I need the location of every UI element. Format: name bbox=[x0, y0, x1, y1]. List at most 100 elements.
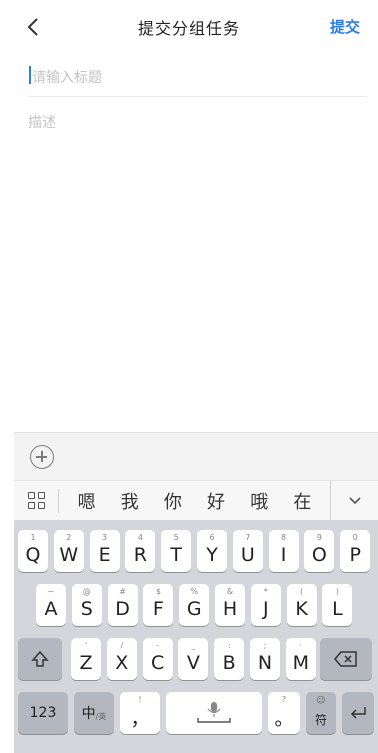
key-y[interactable]: 6Y bbox=[197, 530, 227, 572]
key-d[interactable]: # D bbox=[107, 584, 138, 626]
candidate-word[interactable]: 嗯 bbox=[73, 488, 101, 514]
key-label: N bbox=[257, 652, 273, 674]
key-label: 中 bbox=[81, 706, 96, 722]
key-i[interactable]: 8I bbox=[268, 530, 299, 572]
key-b[interactable]: :B bbox=[214, 638, 245, 680]
comma-key[interactable]: !， bbox=[120, 692, 160, 734]
key-hint: 6 bbox=[209, 533, 215, 542]
key-l[interactable]: ) L bbox=[322, 584, 353, 626]
key-hint: 9 bbox=[316, 533, 322, 542]
number-mode-key[interactable]: 123 bbox=[18, 692, 68, 734]
key-x[interactable]: / X bbox=[106, 638, 137, 680]
key-hint: $ bbox=[155, 587, 161, 596]
key-a[interactable]: ~ A bbox=[36, 584, 66, 626]
key-label: V bbox=[186, 652, 200, 674]
candidate-word[interactable]: 在 bbox=[288, 488, 316, 514]
key-hint: & bbox=[226, 587, 234, 596]
shift-key[interactable] bbox=[18, 638, 62, 680]
enter-key[interactable] bbox=[342, 692, 374, 734]
period-key[interactable]: ?。 bbox=[268, 692, 300, 734]
key-hint: 3 bbox=[102, 533, 108, 542]
key-label: 。 bbox=[274, 707, 294, 730]
key-hint: 2 bbox=[66, 533, 72, 542]
key-k[interactable]: (K bbox=[286, 584, 317, 626]
key-hint: ; bbox=[263, 641, 267, 650]
key-label: P bbox=[349, 544, 361, 566]
key-hint: 7 bbox=[245, 533, 251, 542]
key-g[interactable]: % G bbox=[179, 584, 210, 626]
key-hint: 1 bbox=[30, 533, 36, 542]
ime-candidate-bar: 嗯 我 你 好 哦 在 bbox=[14, 480, 378, 521]
key-label: U bbox=[240, 544, 255, 566]
key-p[interactable]: 0P bbox=[340, 530, 371, 572]
description-input[interactable] bbox=[28, 112, 366, 412]
key-f[interactable]: $ F bbox=[143, 584, 174, 626]
key-o[interactable]: 9O bbox=[304, 530, 335, 572]
backspace-key[interactable] bbox=[320, 638, 372, 680]
return-icon bbox=[350, 707, 366, 719]
key-v[interactable]: _ V bbox=[178, 638, 209, 680]
symbol-key[interactable]: ☺ 符 bbox=[306, 692, 336, 734]
title-divider bbox=[28, 96, 366, 97]
submit-button[interactable]: 提交 bbox=[330, 16, 360, 37]
key-u[interactable]: 7U bbox=[232, 530, 263, 572]
key-m[interactable]: · M bbox=[285, 638, 316, 680]
key-hint: ! bbox=[138, 695, 142, 704]
key-h[interactable]: & H bbox=[215, 584, 245, 626]
candidate-word[interactable]: 我 bbox=[116, 488, 144, 514]
key-label: W bbox=[59, 544, 79, 566]
ime-menu-button[interactable] bbox=[14, 481, 58, 521]
candidate-word[interactable]: 你 bbox=[159, 488, 187, 514]
key-label: M bbox=[292, 652, 309, 674]
key-label: ， bbox=[130, 707, 150, 730]
key-label: 123 bbox=[29, 705, 57, 721]
key-label: Q bbox=[25, 544, 41, 566]
key-hint: @ bbox=[82, 587, 91, 596]
candidate-word[interactable]: 哦 bbox=[245, 488, 273, 514]
emoji-icon: ☺ bbox=[316, 696, 326, 706]
key-label: X bbox=[115, 652, 129, 674]
key-hint: - bbox=[156, 641, 160, 650]
key-c[interactable]: -C bbox=[142, 638, 173, 680]
key-w[interactable]: 2W bbox=[53, 530, 84, 572]
space-key[interactable] bbox=[166, 692, 262, 734]
key-hint: ) bbox=[335, 587, 339, 596]
key-r[interactable]: 4R bbox=[125, 530, 156, 572]
attachment-bar bbox=[14, 432, 378, 480]
key-label: J bbox=[262, 598, 269, 620]
key-hint: 8 bbox=[281, 533, 287, 542]
microphone-icon bbox=[197, 702, 231, 723]
language-switch-key[interactable]: 中/英 bbox=[74, 692, 114, 734]
key-j[interactable]: * J bbox=[250, 584, 281, 626]
key-hint: · bbox=[299, 641, 303, 650]
key-label: L bbox=[332, 598, 343, 620]
key-label: D bbox=[115, 598, 130, 620]
key-label: F bbox=[152, 598, 164, 620]
key-hint: 0 bbox=[352, 533, 358, 542]
key-label: I bbox=[280, 544, 287, 566]
key-label: C bbox=[150, 652, 165, 674]
key-n[interactable]: ; N bbox=[250, 638, 280, 680]
candidate-word[interactable]: 好 bbox=[202, 488, 230, 514]
title-input[interactable] bbox=[28, 60, 366, 96]
key-e[interactable]: 3E bbox=[89, 530, 120, 572]
key-hint: % bbox=[190, 587, 198, 596]
key-hint: 5 bbox=[173, 533, 179, 542]
key-label: T bbox=[170, 544, 182, 566]
key-hint: _ bbox=[191, 641, 196, 650]
key-hint: ( bbox=[300, 587, 304, 596]
key-hint: ~ bbox=[47, 587, 55, 596]
language-sub-label: /英 bbox=[95, 711, 107, 721]
candidate-list: 嗯 我 你 好 哦 在 bbox=[59, 488, 330, 514]
key-q[interactable]: 1Q bbox=[18, 530, 48, 572]
key-label: H bbox=[222, 598, 238, 620]
key-s[interactable]: @ S bbox=[71, 584, 102, 626]
key-z[interactable]: ' Z bbox=[71, 638, 101, 680]
expand-candidates-button[interactable] bbox=[330, 480, 378, 521]
key-hint: : bbox=[227, 641, 231, 650]
key-label: A bbox=[44, 598, 58, 620]
key-label: E bbox=[98, 544, 111, 566]
backspace-icon bbox=[334, 651, 357, 667]
plus-circle-icon[interactable] bbox=[30, 445, 54, 469]
key-t[interactable]: 5T bbox=[161, 530, 192, 572]
